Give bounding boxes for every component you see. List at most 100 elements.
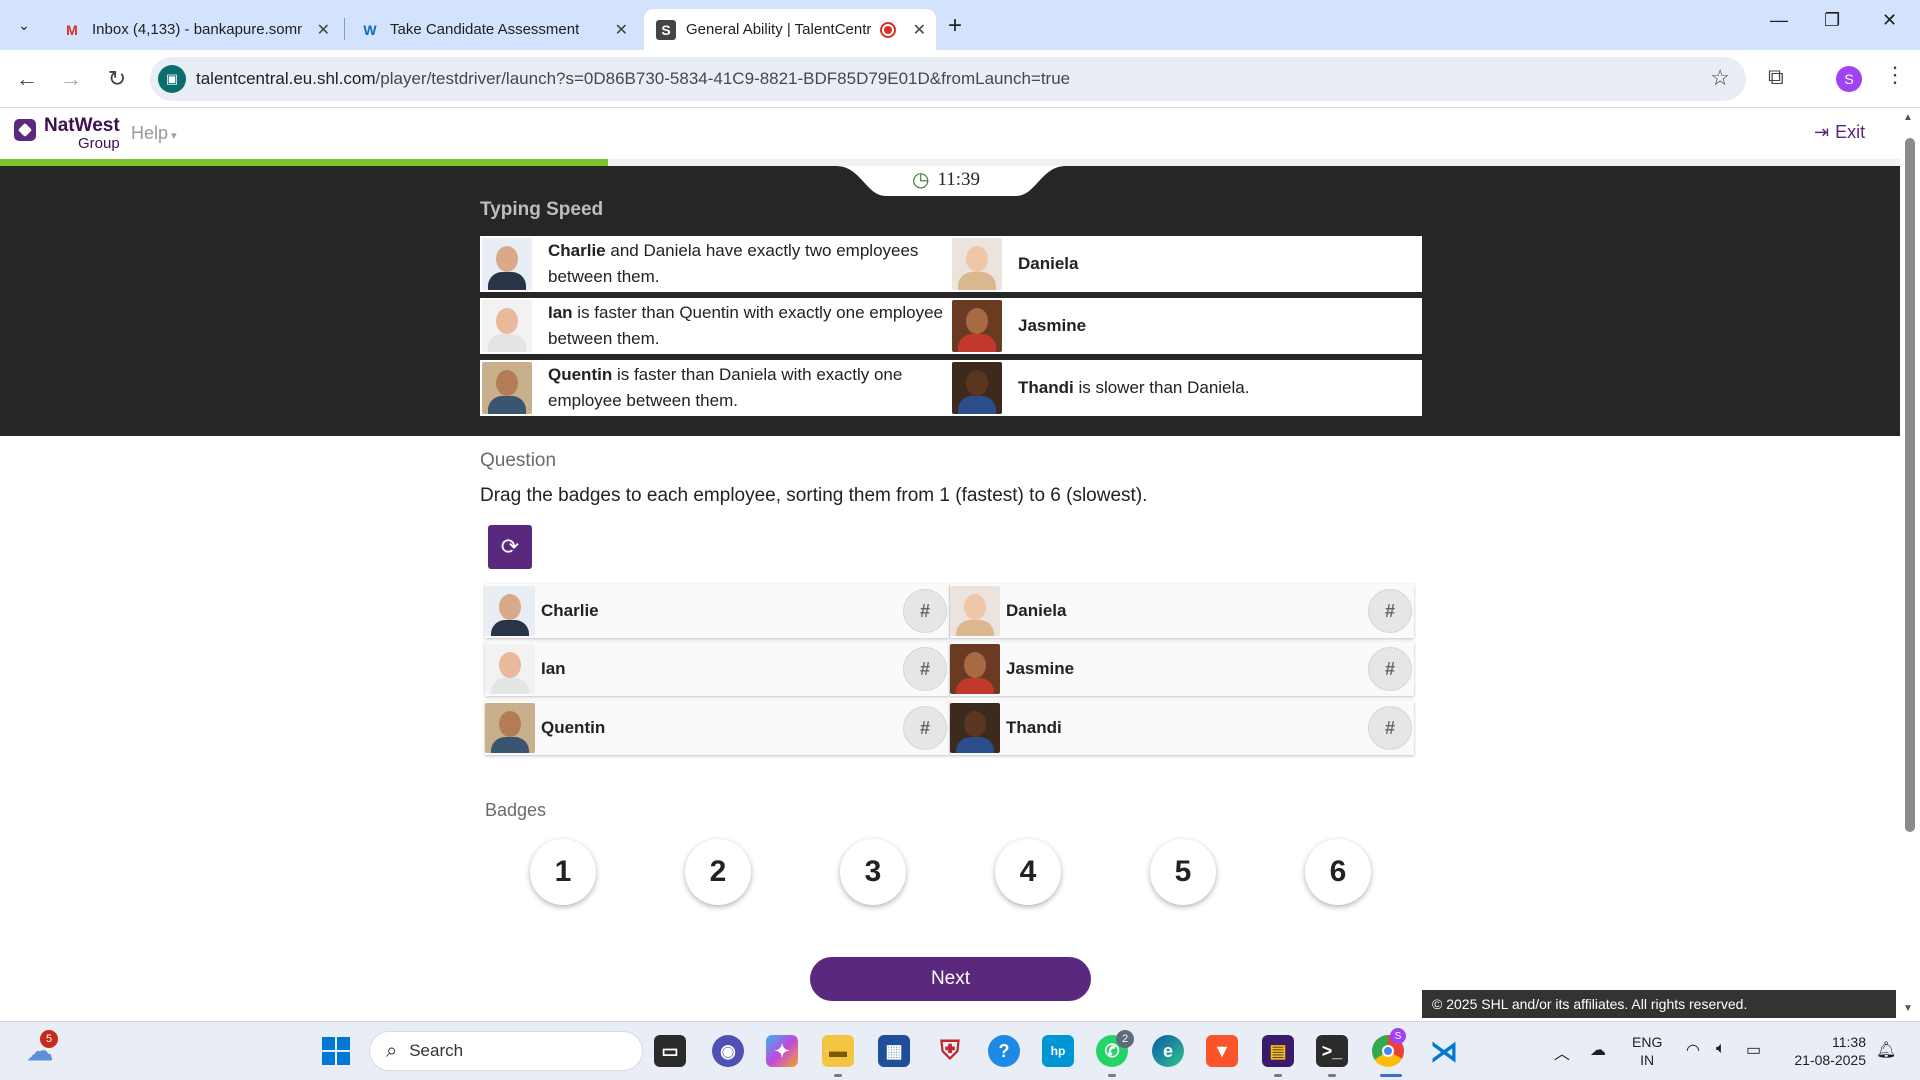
vscode-icon[interactable]: ⋊ (1428, 1035, 1460, 1067)
clue-cell: Thandi is slower than Daniela. (950, 360, 1422, 416)
badge-6[interactable]: 6 (1305, 839, 1371, 905)
tab-search-chevron-icon[interactable]: ⌄ (10, 12, 38, 38)
copilot-icon[interactable]: ✦ (766, 1035, 798, 1067)
search-icon: ⌕ (386, 1039, 398, 1062)
clock-date: 21-08-2025 (1794, 1052, 1866, 1068)
jasmine-avatar (952, 300, 1002, 352)
site-info-icon[interactable]: ▣ (158, 65, 186, 93)
badge-2[interactable]: 2 (685, 839, 751, 905)
help-dropdown[interactable]: Help ▾ (131, 123, 177, 144)
employee-name: Daniela (1006, 601, 1067, 620)
tab-assessment[interactable]: W Take Candidate Assessment ✕ (348, 9, 638, 50)
employee-card-jasmine: Jasmine # (950, 642, 1414, 696)
notifications-bell-icon[interactable]: 🔔︎ (1876, 1040, 1896, 1060)
employee-name: Thandi (1006, 718, 1062, 737)
terminal-icon[interactable]: >_ (1316, 1035, 1348, 1067)
clue-sentence: is slower than Daniela. (1073, 378, 1250, 397)
back-icon[interactable]: ← (12, 64, 42, 94)
restore-icon[interactable]: ❐ (1824, 10, 1840, 31)
tab-gmail[interactable]: M Inbox (4,133) - bankapure.somn ✕ (50, 9, 340, 50)
badge-3[interactable]: 3 (840, 839, 906, 905)
thandi-avatar (950, 703, 1000, 753)
battery-icon[interactable]: ▭ (1746, 1040, 1761, 1060)
whatsapp-badge: 2 (1116, 1030, 1134, 1048)
get-help-icon[interactable]: ? (988, 1035, 1020, 1067)
volume-icon[interactable]: 🔈︎ (1716, 1040, 1726, 1058)
badge-drop-slot[interactable]: # (903, 647, 947, 691)
badge-drop-slot[interactable]: # (1368, 589, 1412, 633)
clue-row: Charlie and Daniela have exactly two emp… (480, 236, 1422, 292)
weather-badge: 5 (40, 1030, 58, 1048)
onedrive-icon[interactable]: ☁ (1590, 1040, 1606, 1060)
windows-start-icon[interactable] (320, 1035, 352, 1067)
badge-drop-slot[interactable]: # (903, 706, 947, 750)
wifi-icon[interactable]: ◠ (1686, 1040, 1700, 1060)
lang-line1: ENG (1632, 1034, 1663, 1050)
mcafee-icon[interactable]: ⛨ (934, 1035, 966, 1067)
exit-button[interactable]: ⇥ Exit (1814, 122, 1865, 143)
question-title: Question (480, 450, 557, 471)
clue-name: Thandi (1018, 378, 1074, 397)
task-view-icon[interactable]: ▭ (654, 1035, 686, 1067)
running-indicator (1108, 1074, 1116, 1077)
new-tab-icon[interactable]: + (948, 12, 962, 40)
badge-5[interactable]: 5 (1150, 839, 1216, 905)
caret-down-icon: ▾ (168, 130, 177, 142)
employee-name: Ian (541, 659, 566, 678)
reset-button[interactable]: ⟳ (488, 525, 532, 569)
myhp-icon[interactable]: hp (1042, 1035, 1074, 1067)
clue-name: Charlie (548, 241, 606, 260)
tab-general-ability[interactable]: S General Ability | TalentCentr ✕ (644, 9, 936, 50)
profile-avatar[interactable]: S (1836, 66, 1862, 92)
badge-1[interactable]: 1 (530, 839, 596, 905)
copyright-footer: © 2025 SHL and/or its affiliates. All ri… (1422, 990, 1896, 1018)
bookmark-star-icon[interactable]: ☆ (1710, 65, 1730, 91)
extensions-icon[interactable]: ⧉ (1768, 64, 1784, 90)
exit-icon: ⇥ (1814, 122, 1830, 142)
close-window-icon[interactable]: ✕ (1882, 10, 1897, 31)
employee-card-charlie: Charlie # (485, 584, 949, 638)
browser-tabstrip: ⌄ M Inbox (4,133) - bankapure.somn ✕ W T… (0, 0, 1920, 50)
close-tab-icon[interactable]: ✕ (317, 20, 330, 40)
badge-drop-slot[interactable]: # (903, 589, 947, 633)
running-indicator (1328, 1074, 1336, 1077)
tab-separator (344, 18, 345, 40)
taskbar-search[interactable]: ⌕ Search (369, 1031, 643, 1071)
app-icon[interactable]: ▤ (1262, 1035, 1294, 1067)
edge-icon[interactable]: e (1152, 1035, 1184, 1067)
quentin-avatar (485, 703, 535, 753)
badge-drop-slot[interactable]: # (1368, 706, 1412, 750)
thandi-avatar (952, 362, 1002, 414)
reload-icon[interactable]: ↻ (102, 64, 132, 94)
browser-toolbar: ← → ↻ ▣ talentcentral.eu.shl.com/player/… (0, 50, 1920, 108)
file-explorer-icon[interactable]: ▬ (822, 1035, 854, 1067)
running-indicator (1274, 1074, 1282, 1077)
clue-cell: Ian is faster than Quentin with exactly … (480, 298, 950, 354)
chat-icon[interactable]: ◉ (712, 1035, 744, 1067)
microsoft-store-icon[interactable]: ▦ (878, 1035, 910, 1067)
clue-text: Quentin is faster than Daniela with exac… (548, 362, 950, 414)
language-indicator[interactable]: ENG IN (1632, 1033, 1662, 1069)
timer: ◷ 11:39 (912, 167, 980, 192)
scroll-down-arrow-icon[interactable]: ▼ (1903, 1003, 1913, 1014)
scroll-up-arrow-icon[interactable]: ▲ (1903, 112, 1913, 123)
employee-card-daniela: Daniela # (950, 584, 1414, 638)
forward-icon[interactable]: → (56, 64, 86, 94)
url-text[interactable]: talentcentral.eu.shl.com/player/testdriv… (196, 69, 1070, 89)
browser-menu-icon[interactable]: ⋮ (1884, 62, 1906, 88)
close-tab-icon[interactable]: ✕ (913, 20, 926, 40)
address-bar[interactable]: ▣ talentcentral.eu.shl.com/player/testdr… (150, 57, 1746, 101)
search-placeholder: Search (409, 1041, 464, 1060)
brave-icon[interactable]: ▼ (1206, 1035, 1238, 1067)
close-tab-icon[interactable]: ✕ (615, 20, 628, 40)
charlie-avatar (482, 238, 532, 290)
badge-drop-slot[interactable]: # (1368, 647, 1412, 691)
scrollbar-thumb[interactable] (1905, 138, 1915, 832)
badge-4[interactable]: 4 (995, 839, 1061, 905)
tray-overflow-chevron-icon[interactable]: ︿ (1554, 1040, 1570, 1064)
minimize-icon[interactable]: — (1770, 10, 1788, 31)
clue-cell: Daniela (950, 236, 1422, 292)
chrome-profile-badge: S (1390, 1028, 1406, 1044)
next-button[interactable]: Next (810, 957, 1091, 1001)
clock[interactable]: 11:38 21-08-2025 (1786, 1033, 1866, 1069)
